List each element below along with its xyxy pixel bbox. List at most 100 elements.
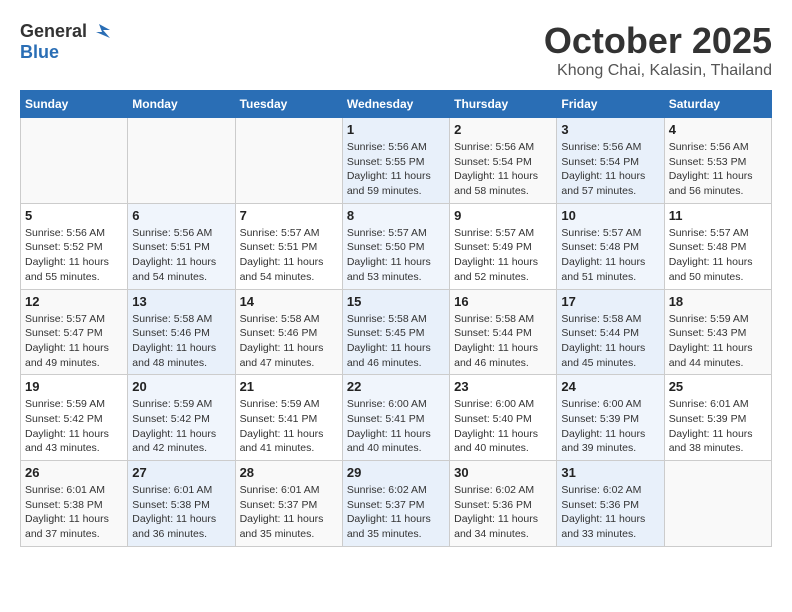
day-cell: 27Sunrise: 6:01 AM Sunset: 5:38 PM Dayli…: [128, 461, 235, 547]
day-number: 17: [561, 294, 659, 309]
day-number: 5: [25, 208, 123, 223]
day-info: Sunrise: 6:00 AM Sunset: 5:41 PM Dayligh…: [347, 397, 445, 456]
day-cell: 3 Sunrise: 5:56 AM Sunset: 5:54 PM Daylig…: [557, 118, 664, 204]
day-number: 29: [347, 465, 445, 480]
day-number: 2: [454, 122, 552, 137]
logo-general-text: General: [20, 21, 87, 42]
day-cell: 28 Sunrise: 6:01 AM Sunset: 5:37 PM Dayli…: [235, 461, 342, 547]
day-cell: 10Sunrise: 5:57 AM Sunset: 5:48 PM Dayli…: [557, 203, 664, 289]
day-cell: 1 Sunrise: 5:56 AM Sunset: 5:55 PM Daylig…: [342, 118, 449, 204]
day-number: 4: [669, 122, 767, 137]
day-cell: [664, 461, 771, 547]
day-info: Sunrise: 6:00 AM Sunset: 5:40 PM Dayligh…: [454, 397, 552, 456]
day-cell: 23 Sunrise: 6:00 AM Sunset: 5:40 PM Dayli…: [450, 375, 557, 461]
title-block: October 2025 Khong Chai, Kalasin, Thaila…: [544, 20, 772, 80]
month-title: October 2025: [544, 20, 772, 62]
day-info: Sunrise: 5:59 AM Sunset: 5:42 PM Dayligh…: [25, 397, 123, 456]
day-info: Sunrise: 5:58 AM Sunset: 5:46 PM Dayligh…: [240, 312, 338, 371]
day-info: Sunrise: 6:01 AM Sunset: 5:37 PM Dayligh…: [240, 483, 338, 542]
day-cell: [21, 118, 128, 204]
day-cell: 4 Sunrise: 5:56 AM Sunset: 5:53 PM Daylig…: [664, 118, 771, 204]
day-number: 16: [454, 294, 552, 309]
day-info: Sunrise: 5:56 AM Sunset: 5:53 PM Dayligh…: [669, 140, 767, 199]
day-info: Sunrise: 5:57 AM Sunset: 5:51 PM Dayligh…: [240, 226, 338, 285]
day-cell: 12Sunrise: 5:57 AM Sunset: 5:47 PM Dayli…: [21, 289, 128, 375]
day-info: Sunrise: 5:57 AM Sunset: 5:48 PM Dayligh…: [561, 226, 659, 285]
week-row-1: 1 Sunrise: 5:56 AM Sunset: 5:55 PM Daylig…: [21, 118, 772, 204]
day-number: 21: [240, 379, 338, 394]
day-number: 6: [132, 208, 230, 223]
day-cell: 2 Sunrise: 5:56 AM Sunset: 5:54 PM Daylig…: [450, 118, 557, 204]
day-info: Sunrise: 6:01 AM Sunset: 5:38 PM Dayligh…: [25, 483, 123, 542]
day-cell: 22 Sunrise: 6:00 AM Sunset: 5:41 PM Dayli…: [342, 375, 449, 461]
day-cell: 19Sunrise: 5:59 AM Sunset: 5:42 PM Dayli…: [21, 375, 128, 461]
day-cell: 9 Sunrise: 5:57 AM Sunset: 5:49 PM Daylig…: [450, 203, 557, 289]
day-cell: 26Sunrise: 6:01 AM Sunset: 5:38 PM Dayli…: [21, 461, 128, 547]
weekday-header-thursday: Thursday: [450, 91, 557, 118]
day-number: 22: [347, 379, 445, 394]
day-info: Sunrise: 5:58 AM Sunset: 5:44 PM Dayligh…: [454, 312, 552, 371]
day-cell: 17 Sunrise: 5:58 AM Sunset: 5:44 PM Dayli…: [557, 289, 664, 375]
day-info: Sunrise: 5:59 AM Sunset: 5:43 PM Dayligh…: [669, 312, 767, 371]
day-cell: 24Sunrise: 6:00 AM Sunset: 5:39 PM Dayli…: [557, 375, 664, 461]
day-number: 11: [669, 208, 767, 223]
weekday-header-friday: Friday: [557, 91, 664, 118]
day-info: Sunrise: 6:01 AM Sunset: 5:39 PM Dayligh…: [669, 397, 767, 456]
weekday-header-row: SundayMondayTuesdayWednesdayThursdayFrid…: [21, 91, 772, 118]
day-cell: 29 Sunrise: 6:02 AM Sunset: 5:37 PM Dayli…: [342, 461, 449, 547]
day-info: Sunrise: 5:58 AM Sunset: 5:44 PM Dayligh…: [561, 312, 659, 371]
day-cell: 8 Sunrise: 5:57 AM Sunset: 5:50 PM Daylig…: [342, 203, 449, 289]
day-info: Sunrise: 6:02 AM Sunset: 5:36 PM Dayligh…: [454, 483, 552, 542]
day-cell: 15Sunrise: 5:58 AM Sunset: 5:45 PM Dayli…: [342, 289, 449, 375]
logo: General Blue: [20, 20, 111, 63]
day-number: 8: [347, 208, 445, 223]
day-info: Sunrise: 5:56 AM Sunset: 5:55 PM Dayligh…: [347, 140, 445, 199]
day-cell: 16 Sunrise: 5:58 AM Sunset: 5:44 PM Dayli…: [450, 289, 557, 375]
weekday-header-saturday: Saturday: [664, 91, 771, 118]
day-cell: [128, 118, 235, 204]
day-info: Sunrise: 5:59 AM Sunset: 5:42 PM Dayligh…: [132, 397, 230, 456]
day-number: 1: [347, 122, 445, 137]
day-cell: 14 Sunrise: 5:58 AM Sunset: 5:46 PM Dayli…: [235, 289, 342, 375]
week-row-4: 19Sunrise: 5:59 AM Sunset: 5:42 PM Dayli…: [21, 375, 772, 461]
day-cell: 11 Sunrise: 5:57 AM Sunset: 5:48 PM Dayli…: [664, 203, 771, 289]
day-number: 28: [240, 465, 338, 480]
day-info: Sunrise: 5:58 AM Sunset: 5:45 PM Dayligh…: [347, 312, 445, 371]
logo-bird-icon: [88, 20, 110, 42]
day-info: Sunrise: 5:58 AM Sunset: 5:46 PM Dayligh…: [132, 312, 230, 371]
day-info: Sunrise: 6:02 AM Sunset: 5:36 PM Dayligh…: [561, 483, 659, 542]
day-cell: 31 Sunrise: 6:02 AM Sunset: 5:36 PM Dayli…: [557, 461, 664, 547]
day-cell: [235, 118, 342, 204]
day-number: 27: [132, 465, 230, 480]
day-info: Sunrise: 5:56 AM Sunset: 5:54 PM Dayligh…: [454, 140, 552, 199]
day-cell: 25 Sunrise: 6:01 AM Sunset: 5:39 PM Dayli…: [664, 375, 771, 461]
day-cell: 18Sunrise: 5:59 AM Sunset: 5:43 PM Dayli…: [664, 289, 771, 375]
day-number: 31: [561, 465, 659, 480]
day-cell: 13 Sunrise: 5:58 AM Sunset: 5:46 PM Dayli…: [128, 289, 235, 375]
day-info: Sunrise: 5:57 AM Sunset: 5:47 PM Dayligh…: [25, 312, 123, 371]
day-info: Sunrise: 5:56 AM Sunset: 5:51 PM Dayligh…: [132, 226, 230, 285]
day-cell: 30Sunrise: 6:02 AM Sunset: 5:36 PM Dayli…: [450, 461, 557, 547]
day-number: 24: [561, 379, 659, 394]
day-number: 13: [132, 294, 230, 309]
weekday-header-monday: Monday: [128, 91, 235, 118]
day-number: 23: [454, 379, 552, 394]
day-number: 3: [561, 122, 659, 137]
day-number: 7: [240, 208, 338, 223]
day-cell: 5Sunrise: 5:56 AM Sunset: 5:52 PM Daylig…: [21, 203, 128, 289]
day-cell: 7 Sunrise: 5:57 AM Sunset: 5:51 PM Daylig…: [235, 203, 342, 289]
week-row-3: 12Sunrise: 5:57 AM Sunset: 5:47 PM Dayli…: [21, 289, 772, 375]
day-number: 14: [240, 294, 338, 309]
day-number: 25: [669, 379, 767, 394]
day-cell: 21 Sunrise: 5:59 AM Sunset: 5:41 PM Dayli…: [235, 375, 342, 461]
day-info: Sunrise: 5:57 AM Sunset: 5:50 PM Dayligh…: [347, 226, 445, 285]
day-info: Sunrise: 5:57 AM Sunset: 5:48 PM Dayligh…: [669, 226, 767, 285]
day-number: 9: [454, 208, 552, 223]
day-info: Sunrise: 5:57 AM Sunset: 5:49 PM Dayligh…: [454, 226, 552, 285]
day-info: Sunrise: 5:56 AM Sunset: 5:54 PM Dayligh…: [561, 140, 659, 199]
day-info: Sunrise: 6:02 AM Sunset: 5:37 PM Dayligh…: [347, 483, 445, 542]
day-info: Sunrise: 5:59 AM Sunset: 5:41 PM Dayligh…: [240, 397, 338, 456]
calendar-table: SundayMondayTuesdayWednesdayThursdayFrid…: [20, 90, 772, 547]
week-row-5: 26Sunrise: 6:01 AM Sunset: 5:38 PM Dayli…: [21, 461, 772, 547]
day-number: 20: [132, 379, 230, 394]
